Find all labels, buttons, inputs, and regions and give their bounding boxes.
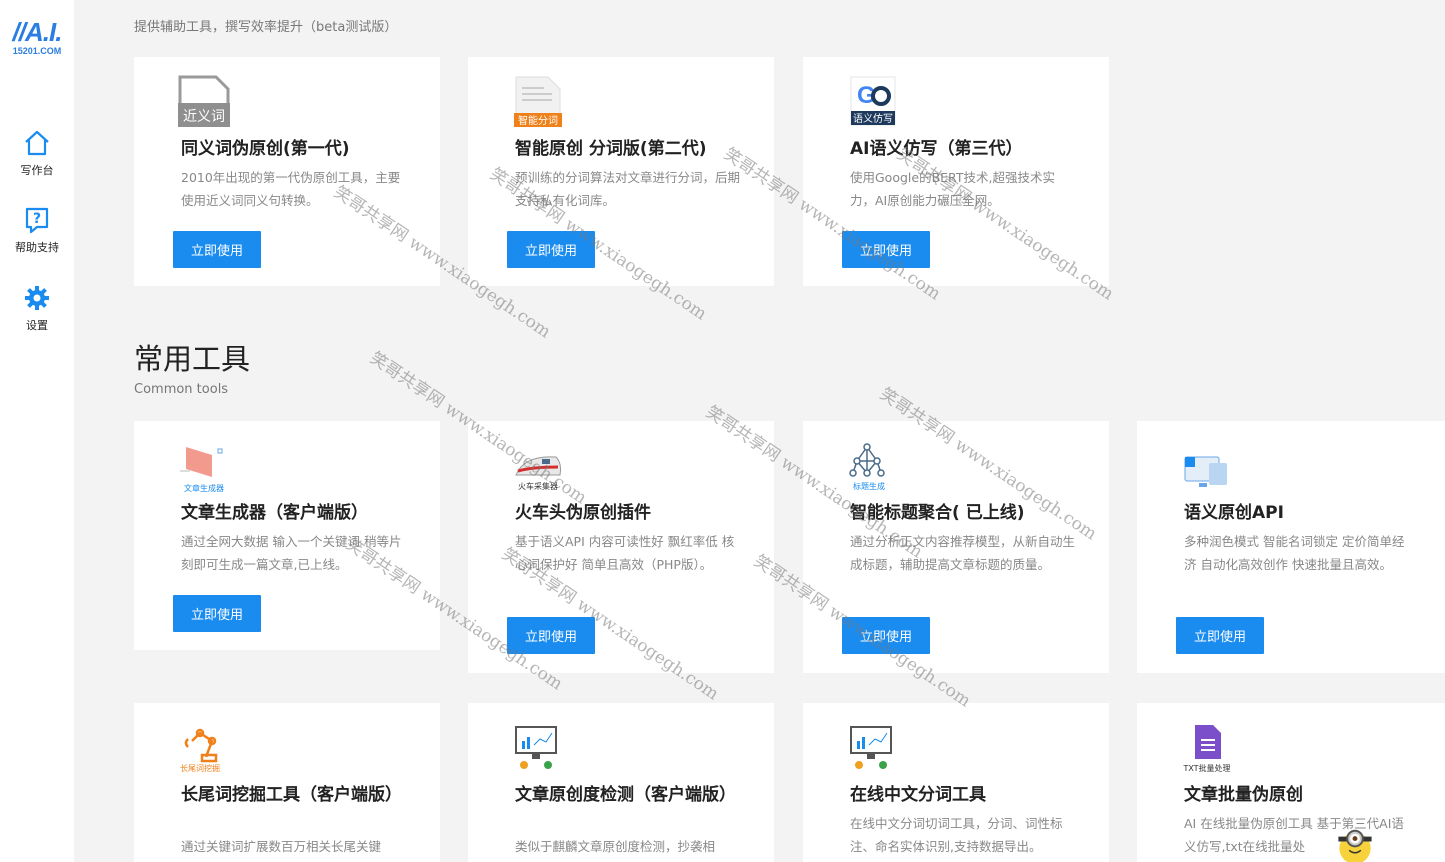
- chart-board-icon: [850, 726, 892, 769]
- card-title: 智能标题聚合( 已上线): [850, 503, 1025, 523]
- card-title: 火车头伪原创插件: [515, 503, 651, 523]
- svg-text:智能分词: 智能分词: [518, 114, 558, 127]
- minion-mascot-icon[interactable]: [1334, 821, 1376, 862]
- home-icon: [25, 130, 49, 156]
- tool-card-article-generator: 文章生成器 文章生成器（客户端版） 通过全网大数据 输入一个关键词 稍等片刻即可…: [134, 421, 440, 650]
- use-now-button[interactable]: 立即使用: [842, 617, 930, 654]
- card-description: 预训练的分词算法对文章进行分词，后期支持私有化词库。: [515, 170, 741, 208]
- robot-arm-icon: 长尾词挖掘: [180, 728, 220, 773]
- synonym-icon: 近义词: [178, 75, 230, 127]
- card-description: 使用Google的BERT技术,超强技术实力，AI原创能力碾压全网。: [850, 170, 1055, 208]
- nav-item-help[interactable]: ? 帮助支持: [0, 205, 74, 255]
- help-icon: ?: [25, 207, 49, 234]
- card-title: 语义原创API: [1184, 503, 1284, 523]
- card-description: 多种润色模式 智能名词锁定 定价简单经济 自动化高效创作 快速批量且高效。: [1184, 534, 1405, 572]
- card-title: 文章生成器（客户端版）: [181, 503, 368, 523]
- txt-batch-icon: TXT批量处理: [1182, 725, 1231, 773]
- card-title: 同义词伪原创(第一代): [181, 139, 350, 159]
- use-now-button[interactable]: 立即使用: [842, 231, 930, 268]
- tool-card-long-tail: 长尾词挖掘 长尾词挖掘工具（客户端版） 通过关键词扩展数百万相关长尾关键: [134, 703, 440, 862]
- tool-card-originality-check: 文章原创度检测（客户端版） 类似于麒麟文章原创度检测，抄袭相: [468, 703, 774, 862]
- svg-text:?: ?: [33, 211, 41, 227]
- card-title: 智能原创 分词版(第二代): [515, 139, 707, 159]
- use-now-button[interactable]: 立即使用: [173, 231, 261, 268]
- nav-label-settings: 设置: [26, 319, 48, 332]
- tool-card-batch-rewrite: TXT批量处理 文章批量伪原创 AI 在线批量伪原创工具 基于第三代AI语义仿写…: [1137, 703, 1445, 862]
- api-icon: [1184, 456, 1227, 487]
- card-description: 通过分析正文内容推荐模型，从新自动生成标题，辅助提高文章标题的质量。: [850, 534, 1076, 572]
- word-segment-doc-icon: 智能分词: [514, 76, 562, 127]
- sidebar: //A.I. 15201.COM 写作台 ? 帮助支持 设置: [0, 0, 74, 862]
- nav-label-help: 帮助支持: [15, 241, 59, 254]
- tool-card-smart-title: 标题生成 智能标题聚合( 已上线) 通过分析正文内容推荐模型，从新自动生成标题，…: [803, 421, 1109, 673]
- nav-item-writing[interactable]: 写作台: [0, 128, 74, 178]
- google-semantic-icon: G 语义仿写: [850, 76, 896, 126]
- section-subtitle-top: 提供辅助工具，撰写效率提升（beta测试版）: [134, 20, 398, 35]
- use-now-button[interactable]: 立即使用: [173, 595, 261, 632]
- logo-mark: //A.I.: [12, 17, 63, 47]
- use-now-button[interactable]: 立即使用: [507, 231, 595, 268]
- article-generator-icon: 文章生成器: [180, 447, 224, 493]
- card-description: 在线中文分词切词工具，分词、词性标注、命名实体识别,支持数据导出。: [850, 816, 1063, 854]
- svg-text:语义仿写: 语义仿写: [853, 112, 893, 125]
- svg-text:文章生成器: 文章生成器: [184, 483, 224, 493]
- svg-text:火车采集器: 火车采集器: [518, 481, 558, 491]
- section-subtitle-common-tools: Common tools: [134, 382, 229, 397]
- svg-text:长尾词挖掘: 长尾词挖掘: [180, 763, 220, 773]
- card-title: 在线中文分词工具: [850, 785, 986, 805]
- use-now-button[interactable]: 立即使用: [1176, 617, 1264, 654]
- use-now-button[interactable]: 立即使用: [507, 617, 595, 654]
- chart-board-icon: [515, 726, 557, 769]
- svg-text:TXT批量处理: TXT批量处理: [1182, 763, 1230, 773]
- nav-item-settings[interactable]: 设置: [0, 283, 74, 333]
- nav-label-writing: 写作台: [20, 164, 54, 177]
- card-description: 2010年出现的第一代伪原创工具，主要使用近义词同义句转换。: [181, 170, 401, 208]
- section-title-common-tools: 常用工具: [134, 342, 251, 376]
- tool-card-ai-semantic: G 语义仿写 AI语义仿写（第三代） 使用Google的BERT技术,超强技术实…: [803, 57, 1109, 286]
- tool-card-synonym: 近义词 同义词伪原创(第一代) 2010年出现的第一代伪原创工具，主要使用近义词…: [134, 57, 440, 286]
- card-description: 基于语义API 内容可读性好 飘红率低 核心词保护好 简单且高效（PHP版）。: [515, 534, 735, 572]
- gear-icon: [25, 286, 49, 310]
- tool-card-train-plugin: 火车采集器 火车头伪原创插件 基于语义API 内容可读性好 飘红率低 核心词保护…: [468, 421, 774, 673]
- card-description: 通过关键词扩展数百万相关长尾关键: [181, 839, 382, 854]
- tool-card-chinese-segment: 在线中文分词工具 在线中文分词切词工具，分词、词性标注、命名实体识别,支持数据导…: [803, 703, 1109, 862]
- train-icon: 火车采集器: [515, 456, 561, 491]
- network-icon: 标题生成: [849, 443, 885, 491]
- card-title: AI语义仿写（第三代）: [850, 139, 1023, 159]
- svg-text:标题生成: 标题生成: [853, 481, 885, 491]
- card-title: 长尾词挖掘工具（客户端版）: [181, 785, 402, 805]
- tool-card-smart-segment: 智能分词 智能原创 分词版(第二代) 预训练的分词算法对文章进行分词，后期支持私…: [468, 57, 774, 286]
- tool-card-semantic-api: 语义原创API 多种润色模式 智能名词锁定 定价简单经济 自动化高效创作 快速批…: [1137, 421, 1445, 673]
- logo-domain: 15201.COM: [12, 46, 62, 56]
- card-title: 文章原创度检测（客户端版）: [515, 785, 736, 805]
- svg-text:近义词: 近义词: [183, 109, 225, 125]
- card-description: 通过全网大数据 输入一个关键词 稍等片刻即可生成一篇文章,已上线。: [181, 534, 402, 572]
- card-description: AI 在线批量伪原创工具 基于第三代AI语义仿写,txt在线批量处: [1184, 816, 1404, 854]
- card-title: 文章批量伪原创: [1184, 785, 1303, 805]
- site-logo[interactable]: //A.I. 15201.COM: [6, 18, 68, 56]
- card-description: 类似于麒麟文章原创度检测，抄袭相: [515, 839, 716, 854]
